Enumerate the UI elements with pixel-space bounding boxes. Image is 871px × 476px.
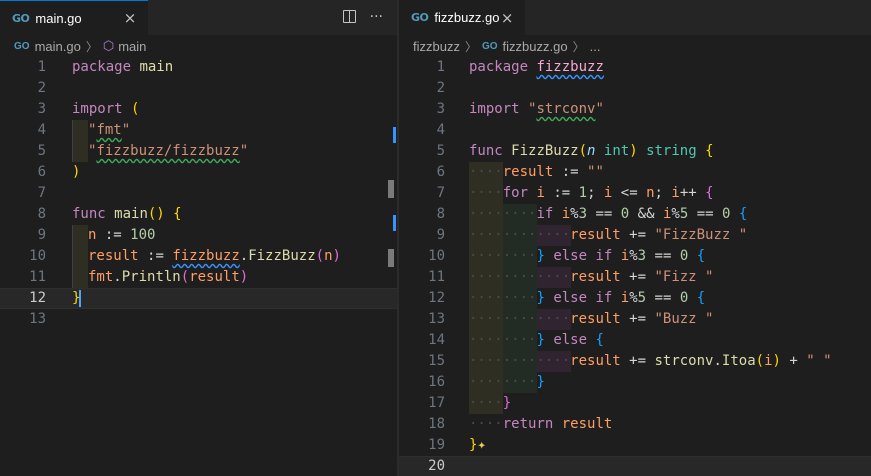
code-line: 5 func FizzBuzz(n int) string {: [436, 143, 714, 159]
code-line: 12 ········} else if i%5 == 0 {: [428, 290, 706, 306]
change-marker: [393, 127, 396, 143]
code-line: 11 fmt.Println(result): [29, 269, 249, 285]
tab-bar: GO main.go × ···: [0, 0, 397, 35]
code-line: 14 ········} else {: [428, 332, 604, 348]
code-line: 17 ····}: [428, 395, 512, 411]
editor-actions: ···: [342, 9, 383, 27]
code-line: 3 import (: [37, 101, 140, 117]
code-line: 10 ········} else if i%3 == 0 {: [428, 248, 706, 264]
close-icon[interactable]: ×: [122, 9, 138, 27]
tab-label: main.go: [35, 10, 82, 26]
scrollbar-thumb[interactable]: [388, 180, 394, 198]
chevron-right-icon: 〉: [464, 39, 477, 54]
go-icon: GO: [481, 40, 498, 52]
breadcrumb-folder[interactable]: fizzbuzz: [413, 39, 460, 54]
code-line: 2: [436, 80, 445, 96]
code-line-current: 12}: [0, 288, 397, 309]
code-line: 6): [37, 164, 81, 180]
code-line: 18 ····return result: [428, 416, 613, 432]
tab-fizzbuzz-go[interactable]: GO fizzbuzz.go ×: [399, 0, 525, 35]
code-line: 8 ········if i%3 == 0 && i%5 == 0 {: [436, 206, 748, 222]
change-marker: [393, 215, 396, 231]
code-editor-main[interactable]: 1 package main 2 3 import ( 4 "fmt" 5 "fizzb…: [0, 57, 397, 476]
code-line: 13 ············result += "Buzz ": [428, 311, 714, 327]
sparkle-icon[interactable]: ✦: [477, 437, 485, 453]
editor-group-right: GO fizzbuzz.go × fizzbuzz 〉 GO fizzbuzz.…: [399, 0, 871, 476]
breadcrumb: fizzbuzz 〉 GO fizzbuzz.go 〉 ...: [399, 35, 871, 57]
code-line: 1 package fizzbuzz: [436, 59, 604, 75]
split-editor-icon[interactable]: [342, 9, 356, 27]
text-cursor: [79, 290, 81, 307]
code-line: 7 ····for i := 1; i <= n; i++ {: [436, 185, 714, 201]
code-line: 13: [29, 311, 46, 327]
go-icon: GO: [411, 11, 429, 24]
code-line: 9 ············result += "FizzBuzz ": [436, 227, 748, 243]
code-line: 8 func main() {: [37, 206, 182, 222]
code-line: 6 ····result := "": [436, 164, 604, 180]
editor-group-left: GO main.go × ··· GO main.go 〉 ⬡ main 1 pa…: [0, 0, 397, 476]
tab-main-go[interactable]: GO main.go ×: [0, 0, 148, 35]
code-line: 5 "fizzbuzz/fizzbuzz": [37, 143, 249, 159]
chevron-right-icon: 〉: [572, 39, 585, 54]
close-icon[interactable]: ×: [499, 9, 515, 27]
code-line: 15 ············result += strconv.Itoa(i) …: [428, 353, 832, 369]
code-line: 7: [37, 185, 46, 201]
breadcrumb-file[interactable]: fizzbuzz.go: [503, 39, 568, 54]
tab-label: fizzbuzz.go: [434, 10, 500, 25]
code-editor-fizzbuzz[interactable]: 1 package fizzbuzz 2 3 import "strconv" 4 …: [399, 57, 871, 476]
more-actions-icon[interactable]: ···: [370, 9, 383, 27]
code-line: 19}✦: [428, 437, 486, 453]
editor-window: GO main.go × ··· GO main.go 〉 ⬡ main 1 pa…: [0, 0, 871, 476]
go-icon: GO: [12, 11, 30, 25]
code-line: 9n := 100: [37, 227, 156, 243]
breadcrumb-file[interactable]: main.go: [35, 39, 81, 54]
code-line: 1 package main: [37, 59, 174, 75]
breadcrumb: GO main.go 〉 ⬡ main: [0, 35, 397, 57]
code-line: 11 ············result += "Fizz ": [428, 269, 714, 285]
code-line: 4: [436, 122, 445, 138]
code-line: 4 "fmt": [37, 122, 131, 138]
code-line: 2: [37, 80, 46, 96]
chevron-right-icon: 〉: [85, 39, 98, 54]
code-line: 16 ········}: [428, 374, 545, 390]
code-line: 10 result := fizzbuzz.FizzBuzz(n): [29, 248, 341, 264]
breadcrumb-more[interactable]: ...: [590, 39, 601, 54]
go-icon: GO: [14, 40, 30, 52]
code-line-current: 20: [399, 456, 871, 476]
code-line: 3 import "strconv": [436, 101, 604, 117]
tab-bar: GO fizzbuzz.go ×: [399, 0, 871, 35]
scrollbar-thumb[interactable]: [388, 249, 394, 267]
breadcrumb-symbol[interactable]: main: [118, 39, 146, 54]
symbol-package-icon: ⬡: [102, 38, 115, 53]
